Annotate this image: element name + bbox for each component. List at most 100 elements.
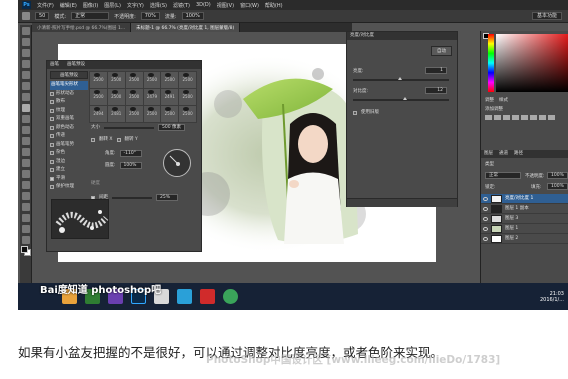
roundness-input[interactable]: 100% [119,162,142,169]
eyedropper-tool-icon[interactable] [21,82,30,90]
bw-icon[interactable] [548,115,555,120]
checkbox[interactable] [50,117,54,122]
brush-tip[interactable]: 2500 [143,72,161,88]
brush-presets-button[interactable]: 画笔预设 [50,71,88,79]
lasso-tool-icon[interactable] [21,49,30,57]
brush-tip[interactable]: 2500 [90,72,107,88]
move-tool-icon[interactable] [21,27,30,35]
brush-option[interactable]: 保护纹理 [50,183,88,192]
checkbox[interactable] [50,159,54,164]
tab-layers[interactable]: 图层 [484,150,493,158]
brush-option[interactable]: 杂色 [50,149,88,158]
color-picker-field[interactable] [496,34,568,92]
tab-document-2[interactable]: 未标题-1 @ 66.7% (亮度/对比度 1, 图层蒙版/8) [131,23,241,32]
tab-adjustments[interactable]: 调整 [485,97,494,103]
dodge-tool-icon[interactable] [21,170,30,178]
visibility-eye-icon[interactable] [483,196,488,201]
brush-option[interactable]: 画笔笔势 [50,141,88,150]
menu-layer[interactable]: 图层(L) [104,2,121,9]
quick-select-tool-icon[interactable] [21,60,30,68]
brush-tip[interactable]: 2479 [143,89,161,105]
layer-row[interactable]: 亮度/对比度 1 [481,194,568,204]
tab-paths[interactable]: 路径 [514,150,523,158]
size-input[interactable]: 500 像素 [158,124,186,131]
brush-tip[interactable]: 2500 [125,89,143,105]
menu-select[interactable]: 选择(S) [150,2,167,9]
checkbox[interactable] [50,142,54,147]
brush-option[interactable]: 形状动态 [50,90,88,99]
brush-option[interactable]: 双重画笔 [50,115,88,124]
tab-brush[interactable]: 画笔 [50,61,59,69]
foreground-color-swatch[interactable] [21,246,28,253]
menu-window[interactable]: 窗口(W) [240,2,259,9]
hue-slider[interactable] [488,34,494,92]
brush-tip[interactable]: 2500 [107,89,125,105]
checkbox[interactable] [50,151,54,156]
auto-button[interactable]: 自动 [431,46,452,56]
brush-tip[interactable]: 2500 [179,106,196,122]
brush-tip[interactable]: 2500 [143,106,161,122]
checkbox[interactable] [50,125,54,130]
brush-option[interactable]: 湿边 [50,158,88,167]
brush-angle-widget[interactable] [163,149,191,177]
exposure-icon[interactable] [512,115,519,120]
mode-select[interactable]: 正常 [71,12,110,20]
layer-row[interactable]: 图层 1 副本 [481,204,568,214]
opacity-input[interactable]: 70% [140,12,160,20]
brush-tip[interactable]: 2494 [90,106,107,122]
kind-filter[interactable]: 类型 [485,161,494,167]
brush-tip[interactable]: 2500 [90,89,107,105]
menu-type[interactable]: 文字(Y) [127,2,144,9]
type-tool-icon[interactable] [21,192,30,200]
marquee-tool-icon[interactable] [21,38,30,46]
workspace-select[interactable]: 基本功能 [531,12,562,20]
gradient-tool-icon[interactable] [21,148,30,156]
brush-option[interactable]: 散布 [50,98,88,107]
menu-edit[interactable]: 编辑(E) [60,2,77,9]
brush-tip[interactable]: 2500 [125,72,143,88]
brush-tip[interactable]: 2491 [161,89,179,105]
visibility-eye-icon[interactable] [483,226,488,231]
brush-option[interactable]: 平滑 [50,175,88,184]
flow-input[interactable]: 100% [181,12,204,20]
fill-input[interactable]: 100% [547,183,568,190]
hue-icon[interactable] [530,115,537,120]
visibility-eye-icon[interactable] [483,236,488,241]
menu-help[interactable]: 帮助(H) [265,2,283,9]
contrast-input[interactable]: 12 [425,87,447,94]
spacing-input[interactable]: 25% [156,194,178,201]
brush-tip[interactable]: 2500 [179,72,196,88]
menu-image[interactable]: 图像(I) [83,2,98,9]
brush-size-picker[interactable]: 50 [35,12,50,20]
layer-row[interactable]: 图层 2 [481,234,568,244]
layer-opacity-input[interactable]: 100% [547,172,568,179]
checkbox[interactable] [50,108,54,113]
tab-channels[interactable]: 通道 [499,150,508,158]
visibility-eye-icon[interactable] [483,216,488,221]
layer-row[interactable]: 图层 3 [481,214,568,224]
brush-tip[interactable]: 2500 [107,72,125,88]
brush-tip[interactable]: 2500 [161,72,179,88]
checkbox[interactable] [50,176,54,181]
pen-tool-icon[interactable] [21,181,30,189]
brush-option[interactable]: 传递 [50,132,88,141]
brightness-icon[interactable] [485,115,492,120]
visibility-eye-icon[interactable] [483,206,488,211]
flip-x-checkbox[interactable] [91,137,95,142]
hand-tool-icon[interactable] [21,225,30,233]
brush-option[interactable]: 颜色动态 [50,124,88,133]
vibrance-icon[interactable] [521,115,528,120]
tab-styles[interactable]: 样式 [499,97,508,103]
zoom-tool-icon[interactable] [21,236,30,244]
menu-filter[interactable]: 滤镜(T) [173,2,190,9]
brush-tip[interactable]: 2500 [179,89,196,105]
angle-input[interactable]: -110° [119,150,142,157]
crop-tool-icon[interactable] [21,71,30,79]
checkbox[interactable] [50,134,54,139]
size-slider[interactable] [104,126,154,129]
menu-file[interactable]: 文件(F) [37,2,54,9]
brush-tool-icon[interactable] [21,104,30,112]
brush-tool-icon[interactable] [22,12,30,20]
brush-option[interactable]: 画笔笔尖形状 [50,81,88,90]
healing-tool-icon[interactable] [21,93,30,101]
